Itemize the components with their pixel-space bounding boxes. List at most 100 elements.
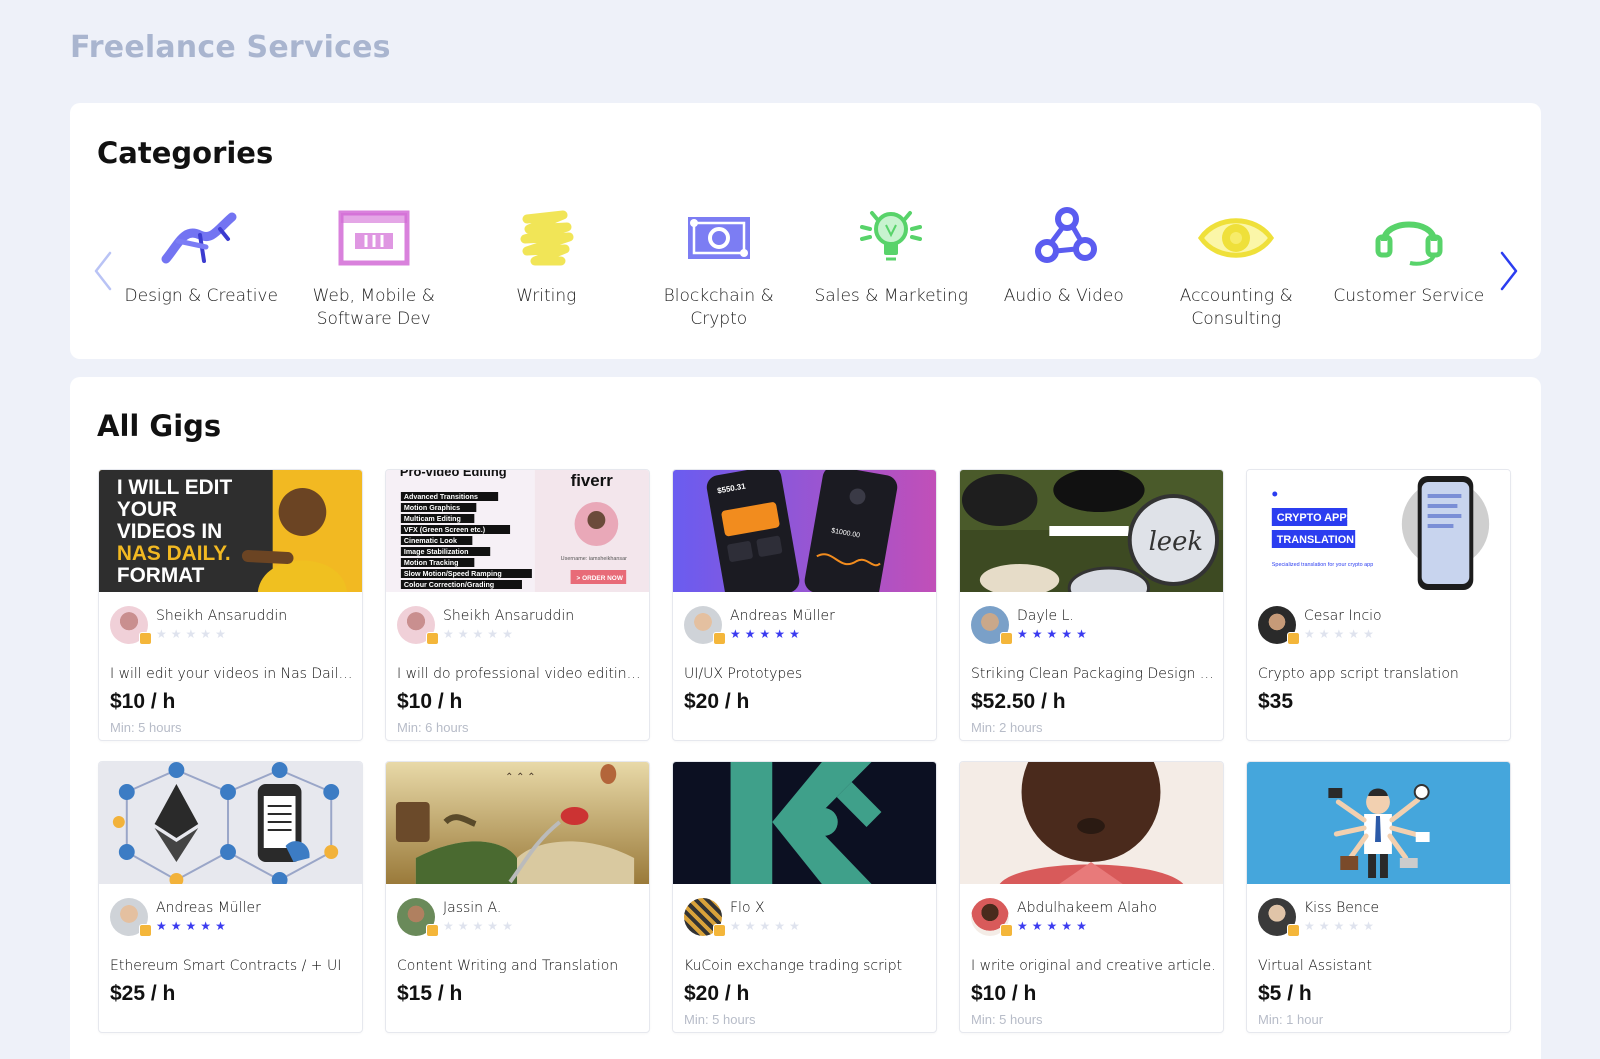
category-label: Sales & Marketing	[814, 286, 968, 306]
star-icon: ★	[774, 919, 786, 933]
gig-title[interactable]: I will edit your videos in Nas Daily for…	[110, 666, 355, 682]
carousel-next-button[interactable]	[1496, 249, 1522, 293]
category-design-creative[interactable]: Design & Creative	[115, 203, 288, 331]
gig-title[interactable]: Virtual Assistant	[1258, 958, 1503, 974]
seller-badge-icon	[713, 632, 726, 645]
seller-badge-icon	[713, 924, 726, 937]
avatar[interactable]	[971, 898, 1013, 937]
star-icon: ★	[170, 919, 182, 933]
gig-price: $10 / h	[110, 690, 176, 713]
avatar[interactable]	[971, 606, 1013, 645]
star-icon: ★	[200, 919, 212, 933]
star-icon: ★	[1333, 627, 1345, 641]
category-label: Audio & Video	[1003, 286, 1124, 306]
avatar[interactable]	[397, 606, 439, 645]
carousel-prev-button[interactable]	[90, 249, 116, 293]
category-audio-video[interactable]: Audio & Video	[978, 203, 1151, 331]
star-icon: ★	[1017, 627, 1028, 641]
gig-title[interactable]: Striking Clean Packaging Design For Your…	[971, 666, 1216, 682]
star-icon: ★	[774, 627, 786, 641]
lightbulb-icon	[846, 203, 936, 273]
thumb-text: Advanced Transitions	[404, 493, 478, 501]
seller-badge-icon	[1000, 924, 1013, 937]
star-icon: ★	[1031, 919, 1043, 933]
star-icon: ★	[1348, 627, 1360, 641]
gig-card[interactable]: leek Dayle L. ★ ★ ★ ★ ★ Striking Clean Packa…	[959, 469, 1224, 741]
thumb-text: NAS DAILY.	[117, 542, 231, 565]
avatar[interactable]	[684, 898, 726, 937]
seller-name[interactable]: Abdulhakeem Alaho	[1017, 900, 1157, 916]
seller-badge-icon	[139, 924, 152, 937]
category-accounting-consulting[interactable]: Accounting & Consulting	[1150, 203, 1323, 331]
virtual-assistant-thumbnail	[1247, 762, 1510, 884]
gig-title[interactable]: Ethereum Smart Contracts / + UI	[110, 958, 355, 974]
seller-row: Jassin A. ★ ★ ★ ★ ★	[397, 898, 513, 937]
gig-card[interactable]: I WILL EDIT YOUR VIDEOS IN NAS DAILY. FO…	[98, 469, 363, 741]
category-sales-marketing[interactable]: Sales & Marketing	[805, 203, 978, 331]
seller-name[interactable]: Kiss Bence	[1304, 900, 1379, 916]
seller-name[interactable]: Dayle L.	[1017, 608, 1087, 624]
rating-stars: ★ ★ ★ ★ ★	[156, 628, 287, 640]
avatar[interactable]	[684, 606, 726, 645]
gig-card[interactable]: $550.31 $1000.00 Andreas Müller ★ ★ ★ ★ ★ UI…	[672, 469, 937, 741]
gig-title[interactable]: Crypto app script translation	[1258, 666, 1503, 682]
category-writing[interactable]: Writing	[460, 203, 633, 331]
gig-title[interactable]: KuCoin exchange trading script	[684, 958, 929, 974]
seller-name[interactable]: Andreas Müller	[730, 608, 835, 624]
category-blockchain-crypto[interactable]: Blockchain & Crypto	[633, 203, 806, 331]
seller-name[interactable]: Cesar Incio	[1304, 608, 1382, 624]
rating-stars: ★ ★ ★ ★ ★	[1017, 920, 1157, 932]
gig-title[interactable]: Content Writing and Translation	[397, 958, 642, 974]
category-label: Writing	[516, 286, 577, 306]
categories-title: Categories	[97, 136, 274, 170]
seller-name[interactable]: Andreas Müller	[156, 900, 261, 916]
seller-name[interactable]: Flo X	[730, 900, 800, 916]
seller-name[interactable]: Jassin A.	[443, 900, 513, 916]
avatar[interactable]	[1258, 898, 1300, 937]
star-icon: ★	[1318, 627, 1330, 641]
gig-price: $5 / h	[1258, 982, 1312, 1005]
gig-card[interactable]: ⌃ ⌃ ⌃ Jassin A. ★ ★ ★ ★ ★ Content Writing an…	[385, 761, 650, 1033]
gig-min-hours: Min: 5 hours	[110, 720, 182, 735]
page-title: Freelance Services	[70, 30, 391, 65]
gig-min-hours: Min: 1 hour	[1258, 1012, 1324, 1027]
gig-card[interactable]: Kiss Bence ★ ★ ★ ★ ★ Virtual Assistant $5 / …	[1246, 761, 1511, 1033]
category-label: Customer Service	[1333, 286, 1485, 306]
seller-row: Sheikh Ansaruddin ★ ★ ★ ★ ★	[397, 606, 574, 645]
thumb-text: Image Stabilization	[404, 548, 469, 556]
thumb-text: Username: iamsheikhansar	[561, 556, 627, 562]
all-gigs-title: All Gigs	[97, 409, 222, 443]
star-icon: ★	[1333, 919, 1345, 933]
gig-title[interactable]: I will do professional video editing for…	[397, 666, 642, 682]
avatar[interactable]	[110, 606, 152, 645]
category-web-mobile-software[interactable]: Web, Mobile & Software Dev	[288, 203, 461, 331]
star-icon: ★	[185, 919, 197, 933]
seller-row: Andreas Müller ★ ★ ★ ★ ★	[684, 606, 835, 645]
avatar[interactable]	[397, 898, 439, 937]
gig-title[interactable]: I write original and creative article.	[971, 958, 1216, 974]
rating-stars: ★ ★ ★ ★ ★	[443, 920, 513, 932]
rating-stars: ★ ★ ★ ★ ★	[730, 920, 800, 932]
seller-name[interactable]: Sheikh Ansaruddin	[156, 608, 287, 624]
category-customer-service[interactable]: Customer Service	[1323, 203, 1496, 331]
seller-name[interactable]: Sheikh Ansaruddin	[443, 608, 574, 624]
thumb-text: Motion Tracking	[404, 559, 459, 567]
thumb-text: Cinematic Look	[404, 537, 457, 545]
thumb-text: Multicam Editing	[404, 515, 461, 523]
gig-card[interactable]: Abdulhakeem Alaho ★ ★ ★ ★ ★ I write original…	[959, 761, 1224, 1033]
headset-icon	[1364, 203, 1454, 273]
gig-card[interactable]: Pro-video Editing fiverr Advanced Transi…	[385, 469, 650, 741]
category-label: Accounting & Consulting	[1179, 286, 1293, 329]
rating-stars: ★ ★ ★ ★ ★	[1304, 628, 1382, 640]
thumb-text: Slow Motion/Speed Ramping	[404, 570, 502, 578]
gig-card[interactable]: CRYPTO APPS TRANSLATION Specialized tran…	[1246, 469, 1511, 741]
avatar[interactable]	[1258, 606, 1300, 645]
avatar[interactable]	[110, 898, 152, 937]
gig-card[interactable]: Flo X ★ ★ ★ ★ ★ KuCoin exchange trading scri…	[672, 761, 937, 1033]
gig-title[interactable]: UI/UX Prototypes	[684, 666, 929, 682]
thumb-text: CRYPTO APPS	[1277, 512, 1354, 524]
star-icon: ★	[1318, 919, 1330, 933]
gig-card[interactable]: Andreas Müller ★ ★ ★ ★ ★ Ethereum Smart Cont…	[98, 761, 363, 1033]
star-icon: ★	[1304, 627, 1315, 641]
browser-window-icon	[329, 203, 419, 273]
